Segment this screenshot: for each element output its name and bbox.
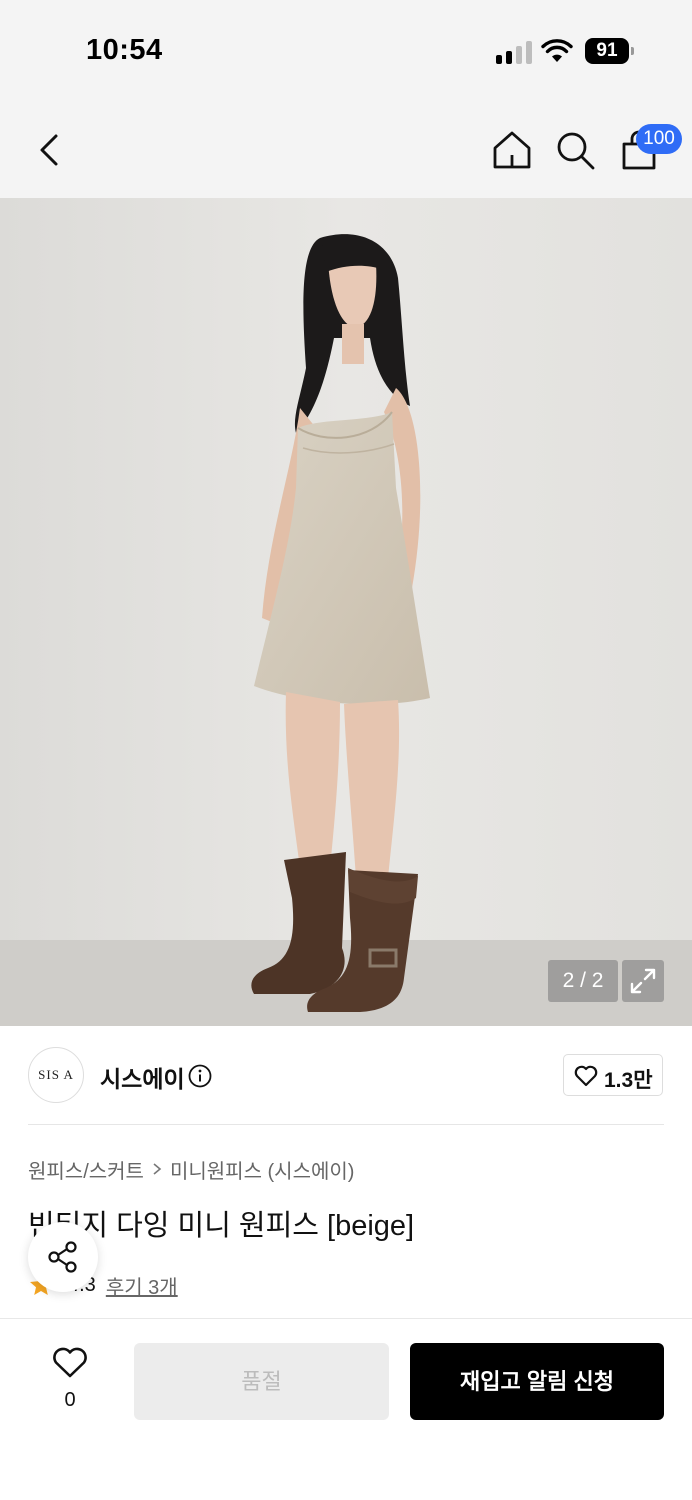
share-button[interactable] [28, 1222, 98, 1292]
divider [28, 1124, 664, 1125]
top-navigation [0, 100, 692, 198]
wifi-icon [541, 39, 573, 62]
breadcrumb-subcategory[interactable]: 미니원피스 (시스에이) [170, 1155, 354, 1184]
battery-icon: 91 [585, 38, 635, 64]
expand-icon[interactable] [622, 960, 664, 1002]
soldout-button: 품절 [134, 1343, 389, 1420]
cellular-signal-icon [496, 40, 532, 64]
restock-alert-button[interactable]: 재입고 알림 신청 [410, 1343, 664, 1420]
cart-count-badge: 100 [636, 124, 682, 154]
brand-logo[interactable]: SIS A [28, 1047, 84, 1103]
back-arrow-icon[interactable] [30, 128, 70, 172]
heart-icon [53, 1347, 87, 1378]
wishlist-button[interactable]: 0 [40, 1343, 100, 1413]
share-icon [48, 1241, 77, 1273]
brand-row: SIS A 시스에이 1.3만 [0, 1026, 692, 1126]
wishlist-count: 0 [64, 1389, 76, 1411]
chevron-right-icon [153, 1163, 162, 1175]
breadcrumb-category[interactable]: 원피스/스커트 [28, 1155, 144, 1184]
bottom-action-bar: 0 품절 재입고 알림 신청 [0, 1318, 692, 1500]
home-icon[interactable] [490, 128, 534, 172]
info-icon[interactable] [188, 1064, 212, 1088]
brand-name[interactable]: 시스에이 [100, 1060, 185, 1094]
search-icon[interactable] [553, 128, 597, 172]
product-photo [0, 198, 692, 1026]
breadcrumb: 원피스/스커트 미니원피스 (시스에이) [28, 1155, 354, 1184]
status-bar: 10:54 91 [0, 0, 692, 100]
heart-icon [574, 1065, 598, 1087]
product-image[interactable] [0, 198, 692, 1026]
brand-like-button[interactable]: 1.3만 [563, 1054, 663, 1096]
status-time: 10:54 [86, 34, 163, 66]
review-link[interactable]: 후기 3개 [106, 1271, 178, 1300]
battery-level: 91 [585, 38, 629, 64]
brand-like-count: 1.3만 [604, 1069, 653, 1092]
image-page-indicator: 2 / 2 [548, 960, 618, 1002]
